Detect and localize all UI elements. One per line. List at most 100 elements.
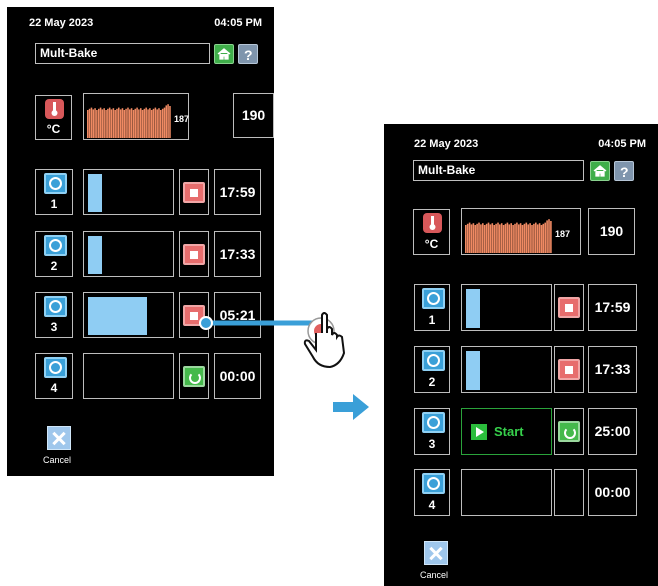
cancel-button[interactable] xyxy=(424,541,448,565)
temperature-history-bar xyxy=(161,108,164,138)
graph-value: 187 xyxy=(174,114,190,124)
temperature-history-bar xyxy=(518,224,520,253)
stop-button[interactable] xyxy=(183,244,205,265)
timer-4-action-cell xyxy=(554,469,584,516)
touch-hand-icon xyxy=(199,312,346,369)
timer-number: 2 xyxy=(428,375,436,389)
temperature-history-bar xyxy=(90,107,93,138)
temperature-icon[interactable]: °C xyxy=(35,95,72,140)
temperature-history-bar xyxy=(150,110,153,138)
temperature-history-bar xyxy=(143,108,146,138)
temperature-history-bar xyxy=(540,225,543,253)
temperature-history-bar xyxy=(94,108,96,138)
timer-2-action-cell xyxy=(179,231,209,277)
timer-1-button[interactable]: 1 xyxy=(414,284,450,331)
timer-4-button[interactable]: 4 xyxy=(35,353,73,399)
timer-1-value: 17:59 xyxy=(214,169,261,215)
cancel-button[interactable] xyxy=(47,426,71,450)
home-button[interactable] xyxy=(214,44,234,64)
timer-2-button[interactable]: 2 xyxy=(414,346,450,393)
timer-4-value: 00:00 xyxy=(588,469,637,516)
restart-button[interactable] xyxy=(558,421,580,442)
temperature-history-bar xyxy=(487,222,490,253)
temperature-history-bar xyxy=(116,108,118,138)
temperature-history-bar xyxy=(535,222,537,253)
temperature-history-bar xyxy=(160,110,162,138)
temperature-history-bar xyxy=(169,106,171,138)
temperature-history-bar xyxy=(92,109,95,138)
timer-4-button[interactable]: 4 xyxy=(414,469,450,516)
time-text: 04:05 PM xyxy=(598,138,646,150)
svg-text:?: ? xyxy=(244,47,253,63)
temperature-history-bar xyxy=(107,108,109,138)
temperature-history-bar xyxy=(127,107,129,138)
temperature-history-bar xyxy=(491,223,494,253)
timer-2-action-cell xyxy=(554,346,584,393)
temperature-history-bar xyxy=(163,107,166,138)
temperature-history-bar xyxy=(472,223,475,253)
start-button[interactable]: Start xyxy=(461,408,552,455)
stop-button[interactable] xyxy=(558,297,580,318)
left-screen: 22 May 2023 04:05 PM Mult-Bake ? °C 187 … xyxy=(7,7,274,476)
header: 22 May 2023 04:05 PM xyxy=(29,17,262,33)
progress-bar xyxy=(466,351,480,390)
timer-number: 3 xyxy=(428,437,436,451)
arrow-right-icon xyxy=(333,394,369,420)
temperature-history-bar xyxy=(96,110,98,138)
restart-icon xyxy=(564,427,576,439)
temperature-history-bar xyxy=(489,224,492,253)
timer-3-progress xyxy=(83,292,174,338)
temperature-unit: °C xyxy=(46,122,61,136)
temperature-history-bar xyxy=(499,224,501,253)
timer-2-button[interactable]: 2 xyxy=(35,231,73,277)
timer-4-progress xyxy=(461,469,552,516)
temperature-history-bar xyxy=(165,105,168,138)
progress-bar xyxy=(88,297,147,335)
temperature-setpoint[interactable]: 190 xyxy=(233,93,274,138)
temperature-history-bar xyxy=(485,223,488,253)
help-button[interactable]: ? xyxy=(614,161,634,181)
header: 22 May 2023 04:05 PM xyxy=(406,138,646,154)
temperature-history-bar xyxy=(132,110,135,138)
stop-button[interactable] xyxy=(558,359,580,380)
help-button[interactable]: ? xyxy=(238,44,258,64)
timer-2-value: 17:33 xyxy=(588,346,637,393)
right-screen: 22 May 2023 04:05 PM Mult-Bake ? °C 187 … xyxy=(384,124,658,586)
temperature-history-bar xyxy=(497,222,499,253)
temperature-history-bar xyxy=(114,110,116,138)
temperature-history-bar xyxy=(478,222,480,253)
temperature-history-bar xyxy=(466,223,469,253)
temperature-history-bar xyxy=(149,108,151,138)
temperature-history-bar xyxy=(550,221,552,253)
restart-icon xyxy=(189,372,201,384)
temperature-history-bar xyxy=(167,104,169,138)
temperature-history-bar xyxy=(504,223,507,253)
temperature-history-bar xyxy=(118,107,120,138)
temperature-history-bar xyxy=(158,108,160,138)
temperature-history-bar xyxy=(103,108,105,138)
temperature-history-bar xyxy=(87,110,89,138)
home-button[interactable] xyxy=(590,161,610,181)
stop-button[interactable] xyxy=(183,182,205,203)
temperature-history-bar xyxy=(533,223,535,253)
temperature-history-bar xyxy=(154,107,157,138)
clock-icon xyxy=(44,357,67,378)
timer-number: 2 xyxy=(50,259,58,273)
program-title[interactable]: Mult-Bake xyxy=(35,43,210,64)
date-text: 22 May 2023 xyxy=(414,138,479,150)
temperature-icon[interactable]: °C xyxy=(413,209,450,255)
temperature-history-bar xyxy=(527,224,530,253)
timer-3-button[interactable]: 3 xyxy=(35,292,73,338)
temperature-history-bar xyxy=(141,110,144,138)
timer-3-button[interactable]: 3 xyxy=(414,408,450,455)
temperature-setpoint[interactable]: 190 xyxy=(588,208,635,255)
temperature-history-bar xyxy=(145,107,147,138)
temperature-history-bar xyxy=(130,108,133,138)
temperature-history-bar xyxy=(500,223,503,253)
timer-1-button[interactable]: 1 xyxy=(35,169,73,215)
temperature-history-bar xyxy=(123,110,126,138)
program-title[interactable]: Mult-Bake xyxy=(413,160,584,181)
temperature-history-bar xyxy=(514,223,516,253)
timer-number: 1 xyxy=(50,197,58,211)
temperature-history-bar xyxy=(134,108,137,138)
